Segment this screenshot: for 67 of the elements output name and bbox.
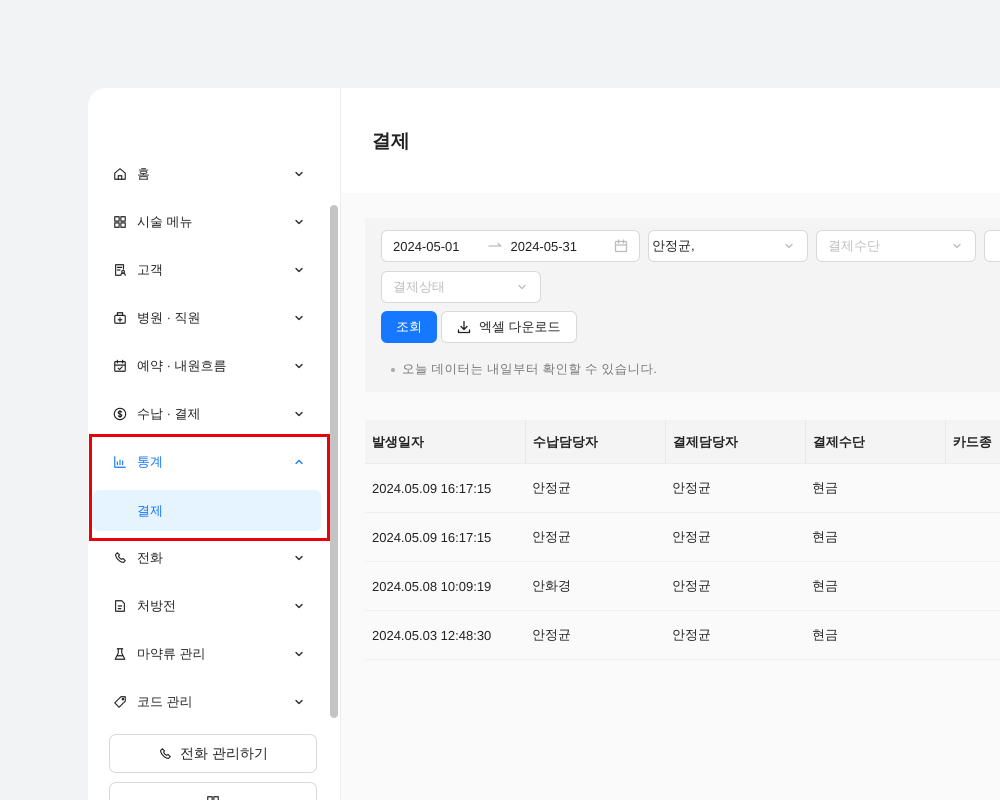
table-cell-text: 안정균 [531,528,572,546]
table-cell-text: 현금 [811,626,839,644]
chevron-icon [294,457,304,467]
calendar-icon [614,239,628,253]
medical-bag-icon [113,311,127,325]
select-field[interactable]: 안정균, [648,230,808,262]
document-icon [113,263,127,277]
table-cell-text: 2024.05.03 12:48:30 [371,626,492,644]
table-cell-text: 2024.05.09 16:17:15 [371,528,492,546]
menu-item[interactable]: 수납 · 결제 [88,390,328,438]
file-icon [113,599,127,613]
info-note: 오늘 데이터는 내일부터 확인할 수 있습니다. [402,361,657,378]
table-cell-text: 2024.05.08 10:09:19 [371,578,492,596]
table-cell-text: 안정균 [671,528,712,546]
scrollbar-thumb[interactable] [330,205,338,718]
chevron-icon [294,361,304,371]
grid-icon [113,215,127,229]
column-header: 카드종 [945,420,1000,463]
phone-icon [113,551,127,565]
sidebar-button[interactable]: 전화 관리하기 [109,734,317,773]
table-cell-text: 안정균 [671,626,712,644]
menu-item[interactable]: 고객 [88,246,328,294]
table-cell-text: 현금 [811,479,839,497]
menu-item[interactable]: 통계 [88,438,328,486]
download-button[interactable]: 엑셀 다운로드 [441,311,577,343]
table-cell-text: 2024.05.09 16:17:15 [371,480,492,498]
chevron-icon [294,217,304,227]
table-cell-text: 안정균 [531,626,572,644]
table-cell-text: 현금 [811,577,839,595]
dollar-icon [113,407,127,421]
table-cell-text: 안정균 [531,479,572,497]
column-header: 결제수단 [805,420,945,463]
chevron-icon [294,553,304,563]
menu-item[interactable]: 전화 [88,534,328,582]
table-cell-text: 안정균 [671,479,712,497]
table-cell-text: 현금 [811,528,839,546]
menu-item[interactable]: 코드 관리 [88,678,328,718]
table-cell-text: 안정균 [671,577,712,595]
chevron-icon [294,697,304,707]
flask-icon [113,647,127,661]
column-header: 결제담당자 [665,420,805,463]
date-range-field[interactable]: 2024-05-01 2024-05-31 [381,230,640,262]
chevron-icon [294,601,304,611]
column-header: 수납담당자 [525,420,665,463]
phone-icon [158,746,172,760]
column-header: 발생일자 [371,432,425,450]
menu-item[interactable]: 예약 · 내원흐름 [88,342,328,390]
menu-item[interactable]: 시술 메뉴 [88,198,328,246]
house-icon [113,167,127,181]
menu-item[interactable]: 마약류 관리 [88,630,328,678]
bullet-icon [391,368,395,372]
menu-item[interactable]: 병원 · 직원 [88,294,328,342]
chevron-icon [294,409,304,419]
search-button[interactable]: 조회 [381,311,437,343]
calendar-icon [113,359,127,373]
submenu-item[interactable]: 결제 [93,490,321,531]
chevron-icon [294,649,304,659]
menu-item[interactable]: 홈 [88,150,328,198]
chevron-icon [294,313,304,323]
menu-item[interactable]: 처방전 [88,582,328,630]
download-icon [457,320,471,334]
chevron-icon [294,265,304,275]
bar-chart-icon [113,455,127,469]
table-cell-text: 안화경 [531,577,572,595]
chevron-icon [294,169,304,179]
page-title: 결제 [372,130,410,154]
tag-icon [113,695,127,709]
